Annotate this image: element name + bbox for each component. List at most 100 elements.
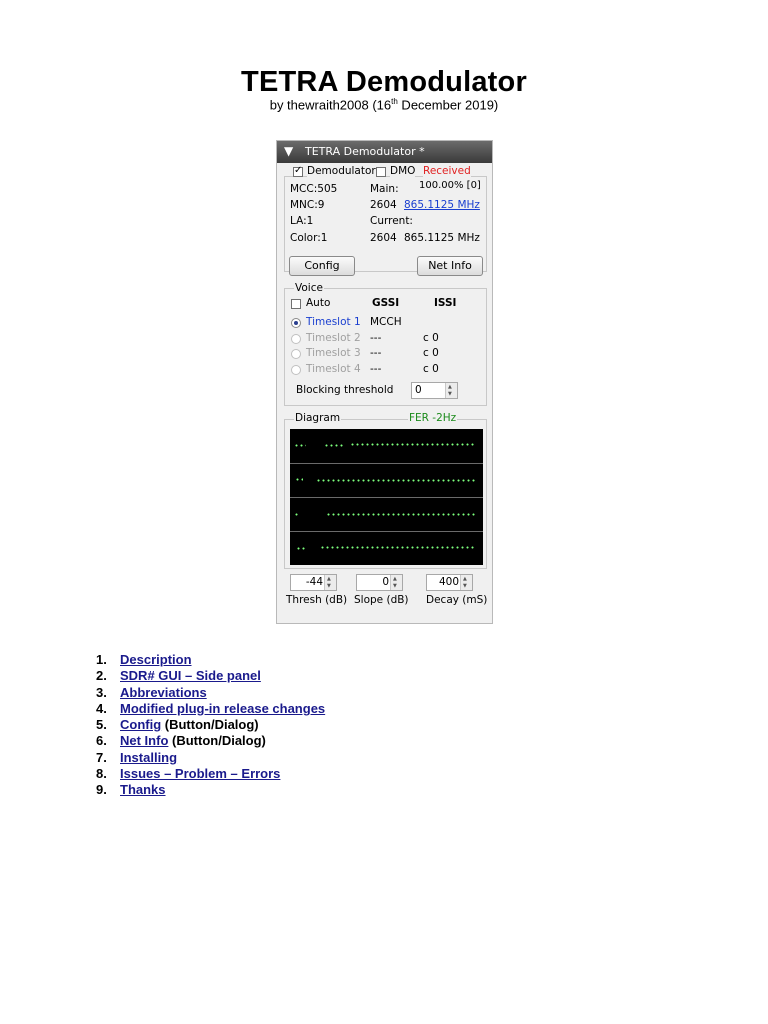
toc-link-release-changes[interactable]: Modified plug-in release changes <box>120 701 325 716</box>
timeslot-3-gssi: --- <box>370 347 382 359</box>
diagram-divider <box>290 497 483 498</box>
slope-stepper[interactable]: 0 ▲ ▼ <box>356 574 403 591</box>
color-value: Color:1 <box>290 232 328 244</box>
table-of-contents: 1. Description 2. SDR# GUI – Side panel 3.… <box>96 652 325 799</box>
panel-header[interactable]: ▼ TETRA Demodulator * <box>277 141 492 163</box>
la-value: LA:1 <box>290 215 314 227</box>
list-number: 1. <box>96 652 107 667</box>
timeslot-4-label[interactable]: Timeslot 4 <box>306 363 361 375</box>
list-number: 7. <box>96 749 107 765</box>
dmo-checkbox[interactable] <box>376 167 386 177</box>
symbol-trace-4 <box>296 547 306 550</box>
collapse-arrow-icon[interactable]: ▼ <box>284 144 293 158</box>
demodulator-label[interactable]: Demodulator <box>307 165 376 177</box>
diagram-divider <box>290 463 483 464</box>
subtitle-ordinal-suffix: th <box>391 97 398 106</box>
list-number: 3. <box>96 684 107 700</box>
symbol-trace-2b <box>316 479 476 482</box>
issi-header: ISSI <box>434 297 457 309</box>
stepper-arrows[interactable]: ▲ ▼ <box>460 575 472 590</box>
auto-label[interactable]: Auto <box>306 297 330 309</box>
mnc-value: MNC:9 <box>290 199 325 211</box>
main-percent: 100.00% [0] <box>419 180 481 191</box>
subtitle-author-date: by thewraith2008 (16 <box>269 97 392 113</box>
diagram-divider <box>290 531 483 532</box>
list-item: 5. Config (Button/Dialog) <box>96 717 325 733</box>
config-button[interactable]: Config <box>289 256 355 276</box>
demodulator-checkbox[interactable] <box>293 165 303 177</box>
toc-link-description[interactable]: Description <box>120 652 192 667</box>
blocking-threshold-stepper[interactable]: 0 ▲ ▼ <box>411 382 458 399</box>
list-item: 9. Thanks <box>96 782 325 798</box>
list-number: 6. <box>96 733 107 749</box>
symbol-trace-1c <box>350 443 476 446</box>
timeslot-3-radio[interactable] <box>291 349 301 359</box>
list-item-note: (Button/Dialog) <box>168 733 266 749</box>
list-number: 4. <box>96 700 107 716</box>
current-frequency: 865.1125 MHz <box>404 232 480 244</box>
timeslot-3-issi: c 0 <box>423 347 439 359</box>
decay-value[interactable]: 400 <box>439 576 459 588</box>
list-item: 7. Installing <box>96 750 325 766</box>
blocking-threshold-value[interactable]: 0 <box>415 384 422 396</box>
toc-link-installing[interactable]: Installing <box>120 750 177 765</box>
timeslot-2-label[interactable]: Timeslot 2 <box>306 332 361 344</box>
list-item: 2. SDR# GUI – Side panel <box>96 668 325 684</box>
toc-link-abbreviations[interactable]: Abbreviations <box>120 685 207 700</box>
toc-link-sdr-gui[interactable]: SDR# GUI – Side panel <box>120 668 261 683</box>
timeslot-4-issi: c 0 <box>423 363 439 375</box>
slope-label: Slope (dB) <box>354 594 409 606</box>
main-channel: 2604 <box>370 199 397 211</box>
current-label: Current: <box>370 215 413 227</box>
diagram-group-label: Diagram <box>294 412 342 424</box>
symbol-trace-3b <box>326 513 476 516</box>
panel-title: TETRA Demodulator * <box>305 145 425 158</box>
status-text: Received <box>423 165 471 177</box>
symbol-trace-3 <box>294 513 298 516</box>
list-item: 3. Abbreviations <box>96 685 325 701</box>
list-number: 5. <box>96 717 107 733</box>
decay-stepper[interactable]: 400 ▲ ▼ <box>426 574 473 591</box>
toc-link-config[interactable]: Config <box>120 717 161 732</box>
decay-label: Decay (mS) <box>426 594 488 606</box>
timeslot-4-gssi: --- <box>370 363 382 375</box>
main-label: Main: <box>370 183 399 195</box>
main-frequency-link[interactable]: 865.1125 MHz <box>404 199 480 211</box>
current-channel: 2604 <box>370 232 397 244</box>
timeslot-1-label[interactable]: Timeslot 1 <box>306 316 361 328</box>
auto-checkbox[interactable] <box>291 299 301 309</box>
thresh-value[interactable]: -44 <box>306 576 323 588</box>
list-item: 6. Net Info (Button/Dialog) <box>96 733 325 749</box>
timeslot-4-radio[interactable] <box>291 365 301 375</box>
tetra-side-panel: ▼ TETRA Demodulator * Demodulator DMO Re… <box>276 140 493 624</box>
thresh-stepper[interactable]: -44 ▲ ▼ <box>290 574 337 591</box>
list-item: 4. Modified plug-in release changes <box>96 701 325 717</box>
constellation-diagram <box>290 429 483 565</box>
gssi-header: GSSI <box>372 297 400 309</box>
timeslot-3-label[interactable]: Timeslot 3 <box>306 347 361 359</box>
document-title: TETRA Demodulator <box>241 66 527 98</box>
document-subtitle: by thewraith2008 (16th December 2019) <box>0 97 768 112</box>
stepper-arrows[interactable]: ▲ ▼ <box>445 383 457 398</box>
symbol-trace-2 <box>295 478 303 481</box>
mcc-value: MCC:505 <box>290 183 338 195</box>
fer-indicator: FER -2Hz <box>408 412 458 424</box>
toc-link-net-info[interactable]: Net Info <box>120 733 168 748</box>
toc-link-thanks[interactable]: Thanks <box>120 782 166 797</box>
timeslot-2-radio[interactable] <box>291 334 301 344</box>
timeslot-1-radio[interactable] <box>291 318 301 328</box>
net-info-button[interactable]: Net Info <box>417 256 483 276</box>
toc-link-issues[interactable]: Issues – Problem – Errors <box>120 766 280 781</box>
dmo-label[interactable]: DMO <box>390 165 416 177</box>
symbol-trace-4b <box>320 546 476 549</box>
stepper-arrows[interactable]: ▲ ▼ <box>390 575 402 590</box>
stepper-arrows[interactable]: ▲ ▼ <box>324 575 336 590</box>
list-item-note: (Button/Dialog) <box>161 717 259 733</box>
timeslot-2-issi: c 0 <box>423 332 439 344</box>
thresh-label: Thresh (dB) <box>286 594 348 606</box>
timeslot-1-gssi: MCCH <box>370 316 402 328</box>
list-item: 1. Description <box>96 652 325 668</box>
slope-value[interactable]: 0 <box>382 576 389 588</box>
timeslot-2-gssi: --- <box>370 332 382 344</box>
list-number: 2. <box>96 668 107 684</box>
